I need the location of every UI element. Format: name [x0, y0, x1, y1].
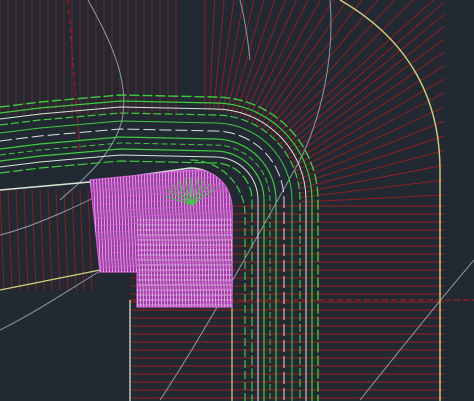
lot-line-radial	[295, 106, 445, 177]
boundary-line	[339, 0, 441, 401]
lot-line-radial	[283, 26, 445, 153]
lot-line-vertical	[23, 189, 29, 291]
lot-line-vertical	[87, 189, 93, 291]
lot-line-vertical	[15, 189, 21, 291]
lot-line-vertical	[63, 189, 69, 291]
gray-contour-lines	[0, 0, 474, 401]
lot-line-vertical	[79, 189, 85, 291]
lot-line-dashed	[67, 0, 81, 151]
lot-line-radial	[208, 0, 216, 111]
magenta-hatched-parcel[interactable]	[89, 162, 240, 310]
red-lot-lines	[0, 0, 474, 399]
lot-line-vertical	[47, 189, 53, 291]
lot-line-vertical	[7, 189, 13, 291]
lot-line-radial	[235, 0, 275, 116]
lot-line-radial	[296, 120, 445, 181]
cad-drawing-viewport[interactable]	[0, 0, 474, 401]
lot-line-radial	[297, 135, 445, 185]
lot-line-vertical	[55, 189, 61, 291]
contour-line	[359, 259, 474, 401]
lot-line-radial	[299, 194, 445, 203]
lot-line-radial	[278, 2, 445, 146]
lot-line-vertical	[39, 189, 45, 291]
cad-drawing-canvas[interactable]	[0, 0, 474, 401]
lot-line-radial	[272, 0, 414, 139]
lot-line-vertical	[0, 189, 5, 291]
lot-line-vertical	[31, 189, 37, 291]
